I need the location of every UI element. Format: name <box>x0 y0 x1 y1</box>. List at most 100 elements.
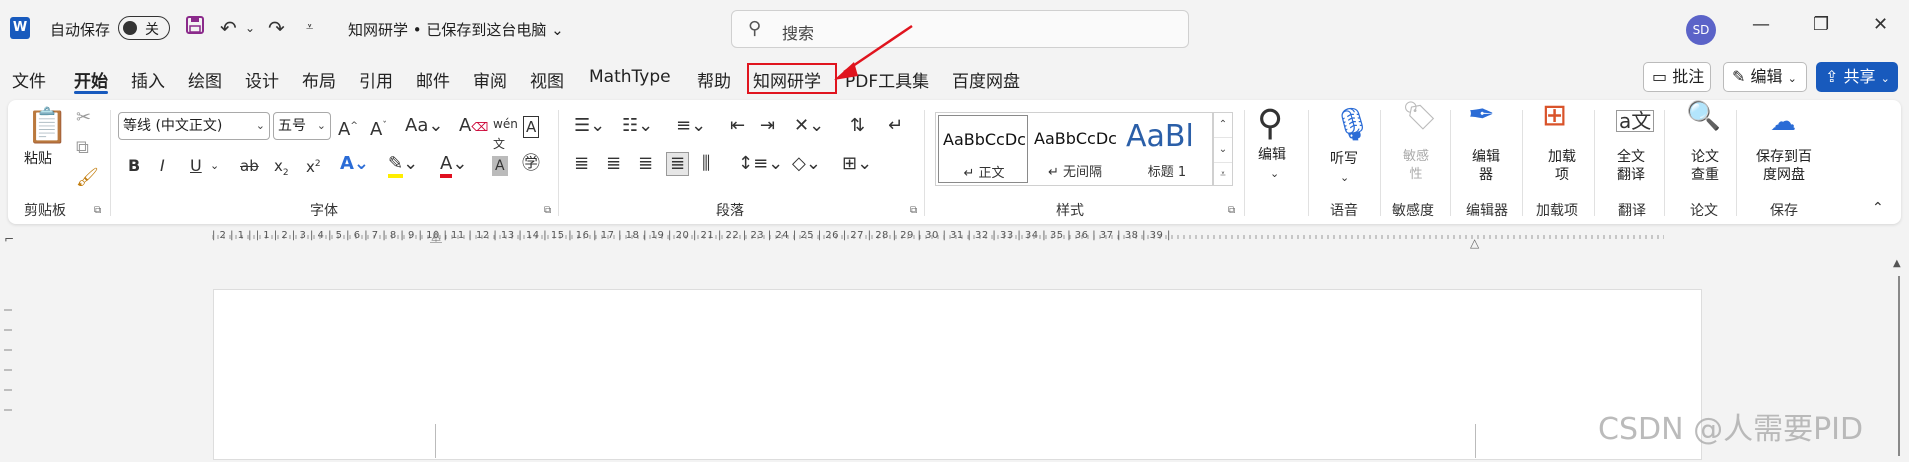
chevron-down-icon[interactable]: ⌄ <box>1270 164 1279 184</box>
tab-baidu-netdisk[interactable]: 百度网盘 <box>952 67 1020 92</box>
translate-icon[interactable]: a文 <box>1616 110 1655 132</box>
copy-icon[interactable]: ⧉ <box>76 138 89 158</box>
collapse-ribbon-icon[interactable]: ⌃ <box>1872 198 1884 218</box>
avatar[interactable]: SD <box>1686 15 1716 45</box>
dictate-label[interactable]: 听写 <box>1330 150 1358 168</box>
tab-file[interactable]: 文件 <box>12 67 46 92</box>
tab-layout[interactable]: 布局 <box>302 67 336 92</box>
highlight-icon[interactable]: ✎⌄ <box>388 153 418 178</box>
character-shading-icon[interactable]: A <box>492 156 508 176</box>
line-spacing-icon[interactable]: ↕≡⌄ <box>738 154 783 174</box>
tab-mathtype[interactable]: MathType <box>589 67 671 87</box>
editor-pen-icon[interactable]: ✒ <box>1468 98 1495 130</box>
clear-formatting-icon[interactable]: A⌫ <box>459 116 488 137</box>
superscript-icon[interactable]: x2 <box>306 154 321 177</box>
styles-gallery-scroll[interactable]: ⌃ ⌄ ⩡ <box>1213 112 1233 186</box>
paper-check-icon[interactable]: 🔍 <box>1686 102 1721 130</box>
translate-label[interactable]: 全文翻译 <box>1614 148 1648 184</box>
numbering-icon[interactable]: ☷⌄ <box>622 116 653 136</box>
character-border-icon[interactable]: A <box>523 116 540 138</box>
text-effects-icon[interactable]: A⌄ <box>340 154 369 174</box>
style-normal[interactable]: AaBbCcDc ↵ 正文 <box>938 115 1028 183</box>
undo-icon[interactable]: ↶ <box>220 14 237 42</box>
show-marks-icon[interactable]: ↵ <box>888 116 903 136</box>
paste-label[interactable]: 粘贴 <box>24 150 52 168</box>
editing-mode-button[interactable]: ✎ 编辑 ⌄ <box>1723 62 1807 92</box>
search-box[interactable]: ⚲ 搜索 <box>731 10 1189 48</box>
chevron-down-icon[interactable]: ⌄ <box>1340 168 1349 188</box>
styles-gallery[interactable]: AaBbCcDc ↵ 正文 AaBbCcDc ↵ 无间隔 AaBl 标题 1 <box>935 112 1213 186</box>
chevron-down-icon[interactable]: ⌄ <box>210 156 219 176</box>
tab-selector-icon[interactable]: ⌐ <box>4 232 14 246</box>
scroll-up-icon[interactable]: ▲ <box>1893 258 1901 269</box>
shrink-font-icon[interactable]: Aˇ <box>370 116 387 140</box>
justify-icon[interactable]: ≣ <box>666 152 690 176</box>
customize-qat-icon[interactable]: ⩡ <box>306 14 313 42</box>
right-indent-icon[interactable]: △ <box>1470 236 1479 250</box>
comments-button[interactable]: ▭ 批注 <box>1643 62 1711 92</box>
sort-icon[interactable]: ⇅ <box>850 116 865 136</box>
tab-home[interactable]: 开始 <box>74 67 108 92</box>
shading-icon[interactable]: ◇⌄ <box>792 154 821 174</box>
strikethrough-icon[interactable]: ab <box>240 156 259 176</box>
addins-icon[interactable]: ⊞ <box>1542 101 1567 131</box>
dialog-launcher-icon[interactable]: ⧉ <box>1228 205 1235 216</box>
save-to-baidu-label[interactable]: 保存到百度网盘 <box>1752 148 1816 184</box>
dialog-launcher-icon[interactable]: ⧉ <box>94 205 101 216</box>
tab-draw[interactable]: 绘图 <box>188 67 222 92</box>
format-painter-icon[interactable]: 🖌 <box>76 168 99 188</box>
document-page[interactable] <box>213 289 1702 460</box>
phonetic-guide-icon[interactable]: wén 文 <box>493 114 518 154</box>
share-button[interactable]: ⇪ 共享 ⌄ <box>1816 62 1898 92</box>
minimize-icon[interactable]: — <box>1752 14 1770 35</box>
baidu-netdisk-icon[interactable]: ☁ <box>1770 109 1796 135</box>
grow-font-icon[interactable]: A^ <box>338 116 358 140</box>
document-title[interactable]: 知网研学 • 已保存到这台电脑 ⌄ <box>348 19 564 40</box>
style-heading-1[interactable]: AaBl 标题 1 <box>1122 115 1212 183</box>
dialog-launcher-icon[interactable]: ⧉ <box>544 205 551 216</box>
style-no-spacing[interactable]: AaBbCcDc ↵ 无间隔 <box>1030 115 1120 183</box>
underline-icon[interactable]: U <box>190 156 202 176</box>
chevron-down-icon[interactable]: ⌄ <box>1214 138 1232 163</box>
tab-review[interactable]: 审阅 <box>473 67 507 92</box>
bullets-icon[interactable]: ☰⌄ <box>574 116 605 136</box>
align-left-icon[interactable]: ≣ <box>574 154 589 174</box>
distributed-icon[interactable]: ⫼ <box>702 154 710 174</box>
first-line-indent-icon[interactable]: ⏅ <box>430 228 442 245</box>
bold-icon[interactable]: B <box>128 156 140 176</box>
microphone-icon[interactable]: 🎙 <box>1332 104 1373 144</box>
cut-icon[interactable]: ✂ <box>76 108 91 128</box>
chevron-up-icon[interactable]: ⌃ <box>1214 113 1232 138</box>
borders-icon[interactable]: ⊞⌄ <box>842 154 872 174</box>
undo-dropdown-icon[interactable]: ⌄ <box>245 14 255 42</box>
addins-label[interactable]: 加载项 <box>1546 148 1578 184</box>
decrease-indent-icon[interactable]: ⇤ <box>730 116 745 136</box>
increase-indent-icon[interactable]: ⇥ <box>760 116 775 136</box>
vertical-scrollbar[interactable]: ▲ <box>1890 258 1908 458</box>
align-center-icon[interactable]: ≣ <box>606 154 621 174</box>
save-icon[interactable] <box>185 14 205 42</box>
change-case-icon[interactable]: Aa⌄ <box>405 116 443 136</box>
editing-button-label[interactable]: 编辑 <box>1258 146 1286 164</box>
paste-icon[interactable]: 📋 <box>26 108 68 144</box>
more-styles-icon[interactable]: ⩡ <box>1214 163 1232 187</box>
subscript-icon[interactable]: x2 <box>274 156 289 183</box>
horizontal-ruler[interactable]: ⌐ | 2 | 1 | | 1 | 2 | 3 | 4 | 5 | 6 | 7 … <box>0 228 1909 250</box>
paper-check-label[interactable]: 论文查重 <box>1688 148 1722 184</box>
italic-icon[interactable]: I <box>160 156 165 176</box>
multilevel-list-icon[interactable]: ≡⌄ <box>676 116 706 136</box>
asian-layout-icon[interactable]: ✕⌄ <box>794 116 824 136</box>
tab-design[interactable]: 设计 <box>245 67 279 92</box>
tab-help[interactable]: 帮助 <box>697 67 731 92</box>
font-size-select[interactable]: 五号 ⌄ <box>273 112 331 140</box>
tab-insert[interactable]: 插入 <box>131 67 165 92</box>
font-color-icon[interactable]: A⌄ <box>440 153 467 178</box>
autosave-toggle[interactable]: 关 <box>118 16 170 40</box>
tab-references[interactable]: 引用 <box>359 67 393 92</box>
dialog-launcher-icon[interactable]: ⧉ <box>910 205 917 216</box>
restore-icon[interactable]: ❐ <box>1813 14 1829 35</box>
find-icon[interactable]: ⚲ <box>1257 104 1283 144</box>
enclose-character-icon[interactable]: ㊫ <box>522 154 540 174</box>
tab-mailings[interactable]: 邮件 <box>416 67 450 92</box>
tab-view[interactable]: 视图 <box>530 67 564 92</box>
